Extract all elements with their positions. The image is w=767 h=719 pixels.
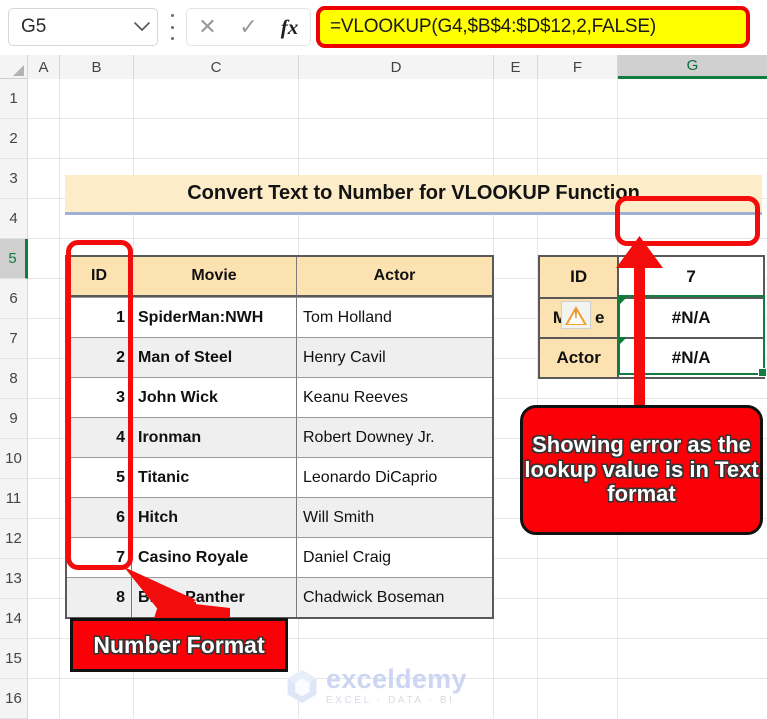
column-header-g[interactable]: G — [618, 55, 767, 79]
cell-actor[interactable]: Henry Cavil — [297, 337, 492, 377]
lookup-value-actor[interactable]: #N/A — [619, 337, 763, 377]
lookup-value-id[interactable]: 7 — [619, 257, 763, 297]
cell-movie[interactable]: Hitch — [132, 497, 297, 537]
warning-triangle-icon[interactable] — [561, 301, 591, 329]
cell-id[interactable]: 8 — [67, 577, 132, 617]
column-header-e[interactable]: E — [494, 55, 538, 79]
row-header-9[interactable]: 9 — [0, 399, 28, 439]
cell-movie[interactable]: John Wick — [132, 377, 297, 417]
lookup-id-highlight — [615, 196, 760, 246]
lookup-label-actor: Actor — [540, 337, 620, 377]
number-format-callout-text: Number Format — [93, 631, 265, 658]
cell-movie[interactable]: Casino Royale — [132, 537, 297, 577]
formula-input[interactable]: =VLOOKUP(G4,$B$4:$D$12,2,FALSE) — [316, 6, 750, 48]
lookup-row-actor[interactable]: Actor #N/A — [540, 337, 763, 377]
error-indicator-triangle — [620, 337, 627, 344]
cell-movie[interactable]: Titanic — [132, 457, 297, 497]
cell-movie[interactable]: Ironman — [132, 417, 297, 457]
formula-bar-area: G5 ✕ ✓ fx =VLOOKUP(G4,$B$4:$D$12,2,FALSE… — [0, 0, 767, 55]
formula-text: =VLOOKUP(G4,$B$4:$D$12,2,FALSE) — [330, 16, 656, 37]
row-header-12[interactable]: 12 — [0, 519, 28, 559]
column-header-c[interactable]: C — [134, 55, 299, 79]
check-icon[interactable]: ✓ — [228, 9, 269, 45]
watermark-tagline: EXCEL · DATA · BI — [326, 695, 455, 706]
number-format-callout: Number Format — [70, 618, 288, 672]
row-header-4[interactable]: 4 — [0, 199, 28, 239]
row-header-1[interactable]: 1 — [0, 79, 28, 119]
cell-movie[interactable]: Black Panther — [132, 577, 297, 617]
column-label-movie: Movie — [132, 257, 297, 297]
row-header-14[interactable]: 14 — [0, 599, 28, 639]
lookup-row-id[interactable]: ID 7 — [540, 257, 763, 297]
lookup-value-movie[interactable]: #N/A — [619, 297, 763, 337]
row-header-6[interactable]: 6 — [0, 279, 28, 319]
formula-buttons: ✕ ✓ fx — [186, 8, 311, 46]
cell-movie[interactable]: SpiderMan:NWH — [132, 297, 297, 337]
gridline — [28, 158, 767, 159]
row-header-5[interactable]: 5 — [0, 239, 28, 279]
cell-movie[interactable]: Man of Steel — [132, 337, 297, 377]
close-icon[interactable]: ✕ — [187, 9, 228, 45]
error-callout-text: Showing error as the lookup value is in … — [524, 432, 759, 507]
cell-actor[interactable]: Chadwick Boseman — [297, 577, 492, 617]
name-box-value: G5 — [21, 16, 47, 37]
column-header-d[interactable]: D — [299, 55, 494, 79]
row-header-3[interactable]: 3 — [0, 159, 28, 199]
sheet-title: Convert Text to Number for VLOOKUP Funct… — [187, 182, 640, 204]
gridline — [28, 118, 767, 119]
cell-actor[interactable]: Will Smith — [297, 497, 492, 537]
row-header-10[interactable]: 10 — [0, 439, 28, 479]
error-indicator-triangle — [620, 297, 627, 304]
row-header-15[interactable]: 15 — [0, 639, 28, 679]
fx-icon[interactable]: fx — [269, 9, 310, 45]
id-column-highlight — [66, 240, 133, 570]
row-header-8[interactable]: 8 — [0, 359, 28, 399]
chevron-down-icon[interactable] — [127, 22, 157, 32]
column-header-a[interactable]: A — [28, 55, 60, 79]
excel-window: G5 ✕ ✓ fx =VLOOKUP(G4,$B$4:$D$12,2,FALSE… — [0, 0, 767, 719]
row-header-13[interactable]: 13 — [0, 559, 28, 599]
row-header-2[interactable]: 2 — [0, 119, 28, 159]
more-options-icon[interactable] — [165, 14, 179, 40]
cell-actor[interactable]: Tom Holland — [297, 297, 492, 337]
exceldemy-watermark: exceldemy EXCEL · DATA · BI — [285, 666, 467, 706]
column-header-f[interactable]: F — [538, 55, 618, 79]
column-headers: A B C D E F G — [0, 55, 767, 79]
row-header-11[interactable]: 11 — [0, 479, 28, 519]
name-box[interactable]: G5 — [8, 8, 158, 46]
exceldemy-logo-icon — [287, 669, 317, 703]
table-row[interactable]: 8 Black Panther Chadwick Boseman — [67, 577, 492, 617]
cell-actor[interactable]: Robert Downey Jr. — [297, 417, 492, 457]
row-header-7[interactable]: 7 — [0, 319, 28, 359]
error-callout: Showing error as the lookup value is in … — [520, 405, 763, 535]
lookup-label-movie-suffix: e — [595, 308, 605, 327]
row-header-16[interactable]: 16 — [0, 679, 28, 719]
cell-actor[interactable]: Keanu Reeves — [297, 377, 492, 417]
watermark-name: exceldemy — [326, 664, 467, 694]
column-header-b[interactable]: B — [60, 55, 134, 79]
cell-actor[interactable]: Daniel Craig — [297, 537, 492, 577]
column-label-actor: Actor — [297, 257, 492, 297]
lookup-label-id: ID — [540, 257, 620, 297]
cell-actor[interactable]: Leonardo DiCaprio — [297, 457, 492, 497]
